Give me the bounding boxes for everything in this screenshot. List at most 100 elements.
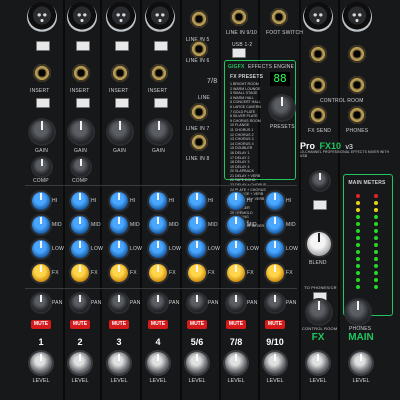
eq-mid-label-7: MID [286,222,296,228]
eq-low-knob-3[interactable] [110,240,128,258]
eq-hi-knob-2[interactable] [71,192,89,210]
mic-input-4[interactable] [145,2,175,32]
foot-switch-jack[interactable] [270,8,288,26]
fx-send-knob-2[interactable] [71,264,89,282]
pan-label-2: PAN [91,300,102,306]
comp-knob-1[interactable] [33,158,51,176]
fx-send-jack[interactable] [309,106,327,124]
eq-low-knob-1[interactable] [32,240,50,258]
fx-send-knob-3[interactable] [110,264,128,282]
pan-knob-4[interactable] [149,294,167,312]
fx-send-knob-7[interactable] [266,264,284,282]
fx-send-knob-1[interactable] [32,264,50,282]
line-in-6-jack[interactable] [190,40,208,58]
level-knob-4[interactable] [147,352,169,374]
pan-knob-5[interactable] [188,294,206,312]
pan-knob-2[interactable] [71,294,89,312]
fx-send-knob-6[interactable] [227,264,245,282]
level-knob-7[interactable] [264,352,286,374]
eq-hi-knob-6[interactable] [227,192,245,210]
line-in-8-jack[interactable] [190,133,208,151]
pad-switch-4[interactable] [154,41,168,51]
line-input-1[interactable] [33,64,51,82]
fx-master-level-knob[interactable] [307,352,329,374]
mic-input-1[interactable] [27,2,57,32]
hpf-switch-4[interactable] [154,98,168,108]
mute-button-2[interactable]: MUTE [70,320,90,329]
pan-knob-3[interactable] [110,294,128,312]
level-knob-2[interactable] [69,352,91,374]
mute-button-4[interactable]: MUTE [148,320,168,329]
eq-mid-knob-7[interactable] [266,216,284,234]
eq-low-knob-6[interactable] [227,240,245,258]
level-knob-1[interactable] [30,352,52,374]
hpf-switch-2[interactable] [76,98,90,108]
level-knob-6[interactable] [225,352,247,374]
stereo-78-label: 7/8 [207,78,218,85]
pad-switch-3[interactable] [115,41,129,51]
mute-button-7[interactable]: MUTE [265,320,285,329]
hpf-switch-1[interactable] [36,98,50,108]
eq-hi-knob-1[interactable] [32,192,50,210]
mute-button-6[interactable]: MUTE [226,320,246,329]
line-input-4[interactable] [150,64,168,82]
eq-hi-knob-7[interactable] [266,192,284,210]
eq-hi-knob-4[interactable] [149,192,167,210]
eq-mid-label-3: MID [130,222,140,228]
fx-return-knob[interactable] [311,172,329,190]
main-out-jack-right[interactable] [348,45,366,63]
fx-mute-switch[interactable] [313,200,327,210]
pan-knob-1[interactable] [32,294,50,312]
main-out-jack-left[interactable] [309,45,327,63]
control-room-jack-right[interactable] [348,76,366,94]
mic-input-3[interactable] [106,2,136,32]
fx-send-knob-4[interactable] [149,264,167,282]
control-room-jack-left[interactable] [309,76,327,94]
pad-switch-2[interactable] [76,41,90,51]
eq-mid-knob-5[interactable] [188,216,206,234]
usb-switch[interactable] [232,48,246,58]
hpf-switch-3[interactable] [115,98,129,108]
blend-knob[interactable] [307,232,331,256]
phones-knob[interactable] [346,300,370,324]
phones-jack[interactable] [348,106,366,124]
level-knob-3[interactable] [108,352,130,374]
eq-mid-knob-2[interactable] [71,216,89,234]
eq-mid-knob-4[interactable] [149,216,167,234]
fx-send-knob-5[interactable] [188,264,206,282]
line-in-910-jack[interactable] [230,8,248,26]
fx-preset-selector[interactable] [270,96,294,120]
eq-low-knob-2[interactable] [71,240,89,258]
gain-knob-4[interactable] [147,120,171,144]
eq-mid-knob-3[interactable] [110,216,128,234]
eq-low-knob-5[interactable] [188,240,206,258]
line-input-3[interactable] [111,64,129,82]
main-out-left[interactable] [303,2,333,32]
eq-hi-knob-3[interactable] [110,192,128,210]
mute-button-5[interactable]: MUTE [187,320,207,329]
pan-label-4: PAN [169,300,180,306]
mic-input-2[interactable] [67,2,97,32]
control-room-knob[interactable] [307,300,331,324]
mute-button-1[interactable]: MUTE [31,320,51,329]
eq-low-knob-7[interactable] [266,240,284,258]
main-out-right[interactable] [342,2,372,32]
gain-knob-1[interactable] [30,120,54,144]
eq-low-knob-4[interactable] [149,240,167,258]
pad-switch-1[interactable] [36,41,50,51]
channel-number-7: 9/10 [266,337,284,347]
mute-button-3[interactable]: MUTE [109,320,129,329]
pan-knob-7[interactable] [266,294,284,312]
comp-knob-2[interactable] [72,158,90,176]
main-master-level-knob[interactable] [350,352,372,374]
gain-knob-2[interactable] [69,120,93,144]
gain-knob-3[interactable] [108,120,132,144]
eq-mid-knob-1[interactable] [32,216,50,234]
pan-knob-6[interactable] [227,294,245,312]
line-in-5-jack[interactable] [190,10,208,28]
line-in-7-jack[interactable] [190,103,208,121]
eq-hi-knob-5[interactable] [188,192,206,210]
level-knob-5[interactable] [186,352,208,374]
eq-mid-knob-6[interactable] [227,216,245,234]
line-input-2[interactable] [72,64,90,82]
